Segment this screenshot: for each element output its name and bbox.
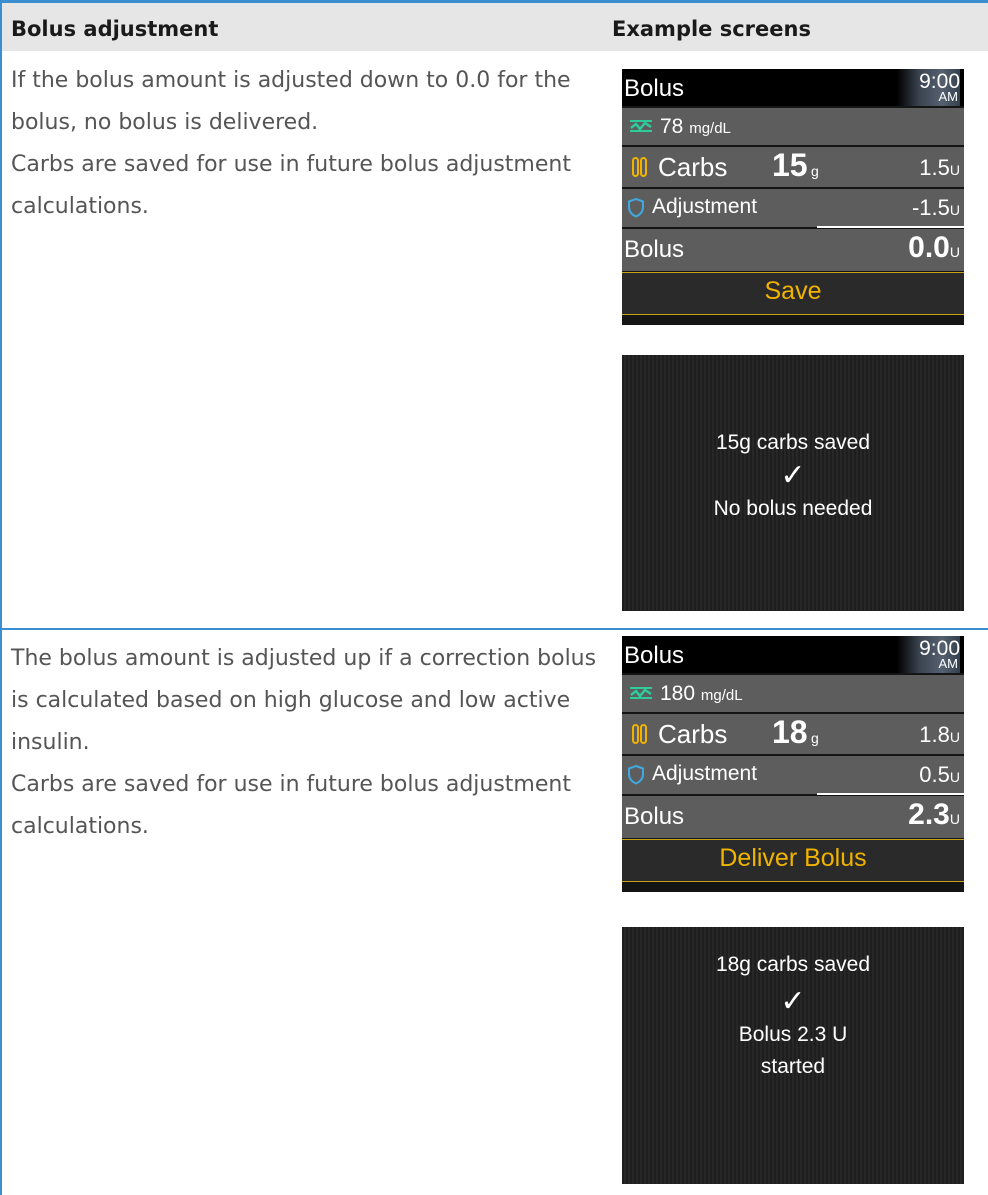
glucose-value: 180 mg/dL	[660, 682, 743, 705]
table-left-border	[0, 0, 2, 1195]
row1-paragraph-1: If the bolus amount is adjusted down to …	[11, 68, 571, 135]
carbs-insulin: 1.5U	[919, 155, 960, 180]
screen-title: Bolus	[624, 642, 685, 669]
row2-confirmation-screen: 18g carbs saved ✓ Bolus 2.3 U started	[622, 927, 964, 1184]
clock: 9:00 AM	[870, 69, 960, 106]
header-example-screens: Example screens	[612, 17, 811, 41]
deliver-bolus-button-label: Deliver Bolus	[719, 844, 867, 872]
table-header: Bolus adjustment Example screens	[0, 3, 988, 51]
cgm-trend-icon	[630, 120, 652, 132]
carbs-row[interactable]: Carbs 18 g 1.8U	[622, 714, 964, 754]
confirm-message: Bolus 2.3 U	[738, 1023, 848, 1046]
sum-divider	[817, 793, 964, 795]
clock-ampm: AM	[938, 656, 959, 671]
bolus-value: 0.0U	[908, 231, 960, 264]
row1-description: If the bolus amount is adjusted down to …	[11, 60, 599, 228]
adjustment-label: Adjustment	[652, 195, 758, 218]
adjustment-row: Adjustment 0.5U	[622, 756, 964, 794]
adjustment-value: -1.5U	[911, 195, 960, 220]
row2-bolus-screen: Bolus 9:00 AM 180 mg/dL Carbs 18 g 1.8U	[622, 636, 964, 892]
carbs-icon	[632, 724, 647, 744]
carbs-icon	[632, 157, 647, 177]
screen-title: Bolus	[624, 75, 685, 102]
confirm-carbs-saved: 15g carbs saved	[715, 431, 871, 454]
carbs-value: 15	[772, 147, 808, 183]
confirm-message: No bolus needed	[713, 497, 873, 520]
clock: 9:00 AM	[870, 636, 960, 673]
carbs-insulin: 1.8U	[919, 722, 960, 747]
bolus-value: 2.3U	[908, 798, 960, 831]
deliver-bolus-button[interactable]: Deliver Bolus	[622, 839, 964, 882]
bolus-label: Bolus	[624, 236, 685, 263]
glucose-row: 78 mg/dL	[622, 108, 964, 145]
save-button-label: Save	[764, 277, 822, 305]
sum-divider	[817, 226, 964, 228]
row1-confirmation-screen: 15g carbs saved ✓ No bolus needed	[622, 355, 964, 611]
confirm-message-2: started	[760, 1055, 826, 1078]
carbs-value: 18	[772, 714, 808, 750]
adjustment-label: Adjustment	[652, 762, 758, 785]
carbs-row[interactable]: Carbs 15 g 1.5U	[622, 147, 964, 187]
row2-paragraph-2: Carbs are saved for use in future bolus …	[11, 772, 571, 839]
carbs-unit: g	[811, 163, 819, 179]
row1-bolus-screen: Bolus 9:00 AM 78 mg/dL Carbs 15 g 1.5U A…	[622, 69, 964, 325]
instruction-table: Bolus adjustment Example screens If the …	[0, 0, 988, 1195]
header-bolus-adjustment: Bolus adjustment	[11, 17, 219, 41]
clock-ampm: AM	[938, 89, 959, 104]
screen-title-bar: Bolus 9:00 AM	[622, 636, 964, 673]
save-button[interactable]: Save	[622, 272, 964, 315]
checkmark-icon: ✓	[780, 459, 806, 492]
bolus-label: Bolus	[624, 803, 685, 830]
shield-icon	[628, 197, 644, 218]
checkmark-icon: ✓	[780, 985, 806, 1018]
adjustment-row: Adjustment -1.5U	[622, 189, 964, 227]
row-divider	[0, 628, 988, 630]
adjustment-value: 0.5U	[919, 762, 960, 787]
shield-icon	[628, 764, 644, 785]
glucose-row: 180 mg/dL	[622, 675, 964, 712]
row1-paragraph-2: Carbs are saved for use in future bolus …	[11, 152, 571, 219]
screen-title-bar: Bolus 9:00 AM	[622, 69, 964, 106]
carbs-label: Carbs	[658, 152, 728, 182]
row2-description: The bolus amount is adjusted up if a cor…	[11, 638, 599, 848]
bolus-row[interactable]: Bolus 0.0U	[622, 229, 964, 271]
bolus-row[interactable]: Bolus 2.3U	[622, 796, 964, 838]
confirm-carbs-saved: 18g carbs saved	[715, 953, 871, 976]
carbs-unit: g	[811, 730, 819, 746]
row2-paragraph-1: The bolus amount is adjusted up if a cor…	[11, 646, 597, 755]
glucose-value: 78 mg/dL	[660, 115, 731, 138]
cgm-trend-icon	[630, 687, 652, 699]
table-top-border	[0, 0, 988, 3]
carbs-label: Carbs	[658, 719, 728, 749]
